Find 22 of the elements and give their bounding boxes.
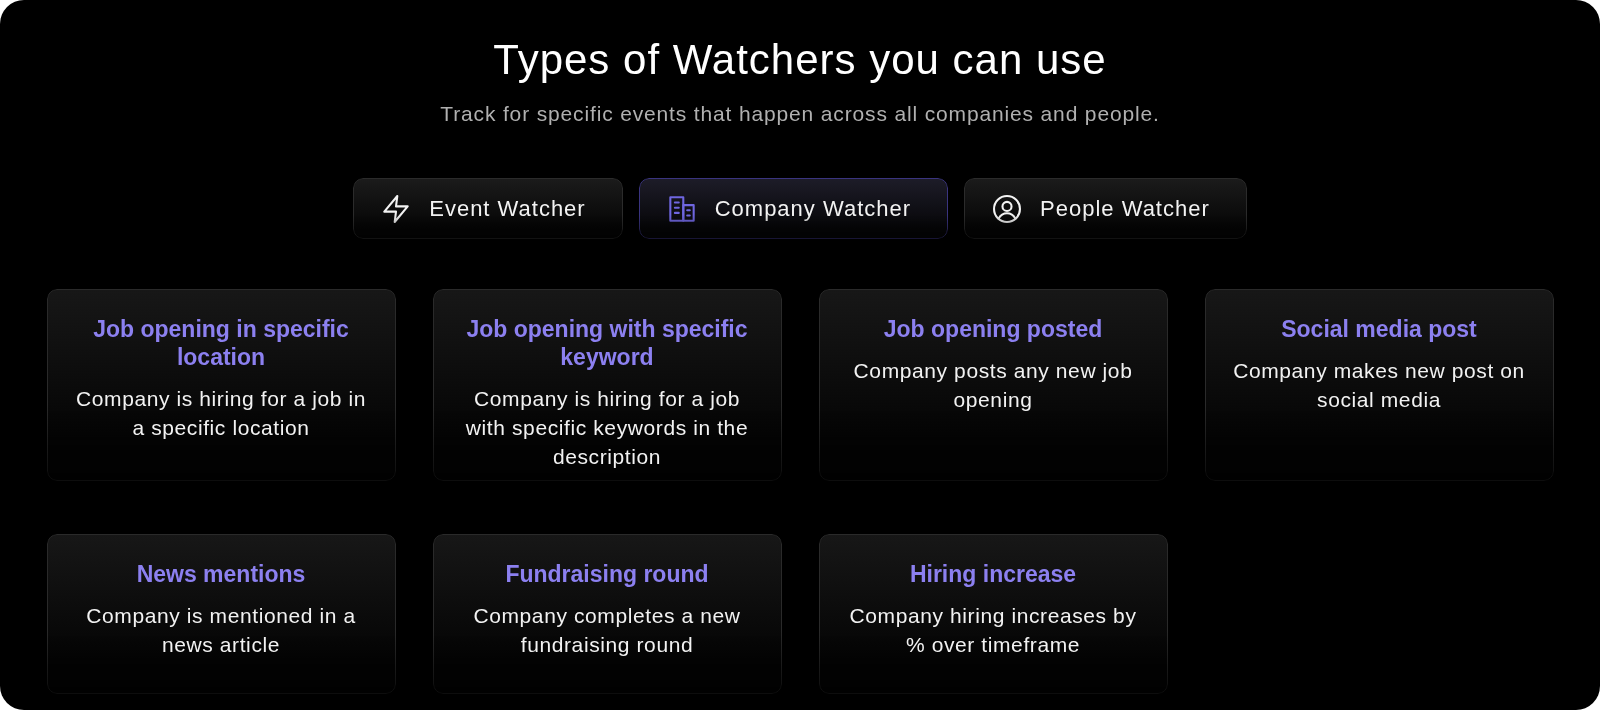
card-description: Company posts any new job opening [852, 358, 1134, 413]
tab[interactable]: Company Watcher [638, 178, 949, 239]
lightning-icon [382, 194, 411, 223]
card-title: Hiring increase [908, 560, 1078, 588]
tab[interactable]: People Watcher [964, 178, 1247, 239]
user-circle-icon [993, 194, 1022, 223]
card-description: Company is mentioned in a news article [85, 603, 357, 658]
tab[interactable]: Event Watcher [353, 178, 623, 239]
card-title: Fundraising round [504, 560, 710, 588]
card-title: Job opening in specific location [92, 315, 350, 371]
page-title: Types of Watchers you can use [493, 35, 1107, 85]
card-title: Job opening posted [882, 315, 1104, 343]
card-description: Company hiring increases by % over timeframe [848, 603, 1138, 658]
card-title: Job opening with specific keyword [465, 315, 749, 371]
card-title: News mentions [135, 560, 307, 588]
card-description: Company is hiring for a job in a specific location [75, 386, 367, 441]
card-title: Social media post [1280, 315, 1478, 343]
building-icon [667, 194, 696, 223]
card-description: Company completes a new fundraising round [472, 603, 742, 658]
card-description: Company makes new post on social media [1232, 358, 1526, 413]
card-description: Company is hiring for a job with specific keywords in the description [464, 386, 750, 470]
page-subtitle: Track for specific events that happen across all companies and people. [440, 102, 1160, 126]
